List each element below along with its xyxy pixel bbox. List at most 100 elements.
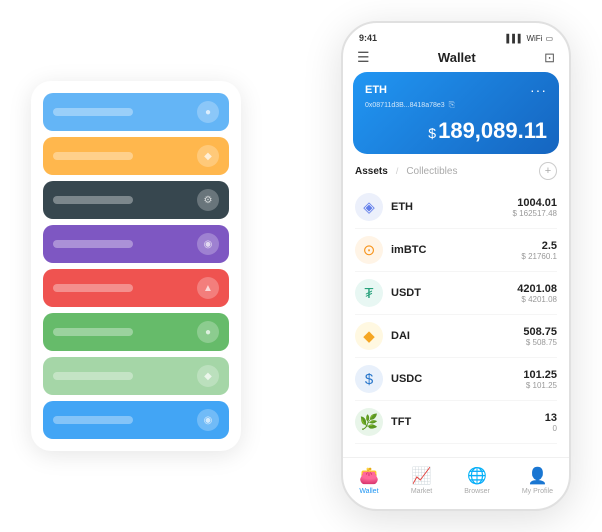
card-item[interactable]: ● (43, 313, 229, 351)
card-label (53, 416, 133, 424)
asset-usd: $ 101.25 (523, 381, 557, 390)
card-icon: ⚙ (197, 189, 219, 211)
asset-icon-usdt: ₮ (355, 279, 383, 307)
asset-amount: 13 (545, 412, 557, 424)
asset-icon-tft: 🌿 (355, 408, 383, 436)
card-item[interactable]: ◆ (43, 137, 229, 175)
card-icon: ◉ (197, 409, 219, 431)
asset-name: USDT (391, 287, 517, 299)
card-icon: ▲ (197, 277, 219, 299)
nav-label: My Profile (522, 488, 553, 495)
nav-label: Wallet (359, 488, 378, 495)
card-label (53, 240, 133, 248)
card-label (53, 284, 133, 292)
tabs-left: Assets / Collectibles (355, 166, 457, 177)
status-time: 9:41 (359, 33, 377, 43)
asset-amount: 1004.01 (513, 197, 558, 209)
asset-amounts: 1004.01 $ 162517.48 (513, 197, 558, 218)
eth-address-text: 0x08711d3B...8418a78e3 (365, 102, 445, 109)
asset-amount: 4201.08 (517, 283, 557, 295)
card-item[interactable]: ◉ (43, 225, 229, 263)
card-label (53, 328, 133, 336)
asset-amounts: 101.25 $ 101.25 (523, 369, 557, 390)
asset-amounts: 4201.08 $ 4201.08 (517, 283, 557, 304)
card-stack: ● ◆ ⚙ ◉ ▲ ● ◆ ◉ (31, 81, 241, 451)
nav-item-my-profile[interactable]: 👤 My Profile (522, 466, 553, 495)
card-item[interactable]: ◆ (43, 357, 229, 395)
scan-icon[interactable]: ⊡ (544, 50, 555, 66)
asset-icon-eth: ◈ (355, 193, 383, 221)
card-label (53, 196, 133, 204)
asset-row[interactable]: ₮ USDT 4201.08 $ 4201.08 (355, 272, 557, 315)
status-bar: 9:41 ▌▌▌ WiFi ▭ (343, 23, 569, 47)
wifi-icon: WiFi (526, 34, 542, 43)
eth-address: 0x08711d3B...8418a78e3 ⎘ (365, 100, 547, 110)
nav-item-browser[interactable]: 🌐 Browser (464, 466, 490, 495)
asset-amounts: 13 0 (545, 412, 557, 433)
nav-item-market[interactable]: 📈 Market (411, 466, 432, 495)
menu-icon[interactable]: ☰ (357, 49, 370, 66)
card-label (53, 152, 133, 160)
eth-card-top: ETH ··· (365, 82, 547, 98)
asset-row[interactable]: ◈ ETH 1004.01 $ 162517.48 (355, 186, 557, 229)
asset-name: TFT (391, 416, 545, 428)
card-item[interactable]: ⚙ (43, 181, 229, 219)
nav-icon: 👤 (527, 466, 547, 486)
copy-icon[interactable]: ⎘ (449, 100, 455, 110)
asset-usd: $ 21760.1 (521, 252, 557, 261)
status-icons: ▌▌▌ WiFi ▭ (506, 34, 553, 43)
asset-usd: $ 4201.08 (517, 295, 557, 304)
asset-name: DAI (391, 330, 523, 342)
asset-usd: $ 508.75 (523, 338, 557, 347)
asset-amount: 2.5 (521, 240, 557, 252)
card-icon: ◉ (197, 233, 219, 255)
card-icon: ● (197, 321, 219, 343)
asset-name: ETH (391, 201, 513, 213)
card-icon: ● (197, 101, 219, 123)
battery-icon: ▭ (545, 34, 553, 43)
add-asset-button[interactable]: + (539, 162, 557, 180)
card-label (53, 372, 133, 380)
scene: ● ◆ ⚙ ◉ ▲ ● ◆ ◉ 9:41 ▌▌▌ WiFi ▭ (11, 11, 591, 521)
asset-icon-imbtc: ⊙ (355, 236, 383, 264)
nav-label: Browser (464, 488, 490, 495)
asset-row[interactable]: $ USDC 101.25 $ 101.25 (355, 358, 557, 401)
card-icon: ◆ (197, 365, 219, 387)
asset-name: imBTC (391, 244, 521, 256)
asset-amounts: 2.5 $ 21760.1 (521, 240, 557, 261)
card-item[interactable]: ● (43, 93, 229, 131)
phone-mockup: 9:41 ▌▌▌ WiFi ▭ ☰ Wallet ⊡ ETH ··· 0x087… (341, 21, 571, 511)
tab-assets[interactable]: Assets (355, 166, 388, 177)
card-item[interactable]: ▲ (43, 269, 229, 307)
asset-icon-dai: ◆ (355, 322, 383, 350)
asset-icon-usdc: $ (355, 365, 383, 393)
tab-collectibles[interactable]: Collectibles (406, 166, 457, 177)
assets-tabs: Assets / Collectibles + (343, 162, 569, 186)
eth-balance: $189,089.11 (365, 118, 547, 144)
asset-row[interactable]: 🌿 TFT 13 0 (355, 401, 557, 444)
dollar-sign: $ (428, 125, 436, 141)
card-icon: ◆ (197, 145, 219, 167)
balance-amount: 189,089.11 (438, 118, 547, 143)
card-label (53, 108, 133, 116)
bottom-nav: 👛 Wallet 📈 Market 🌐 Browser 👤 My Profile (343, 457, 569, 509)
asset-list: ◈ ETH 1004.01 $ 162517.48 ⊙ imBTC 2.5 $ … (343, 186, 569, 457)
asset-name: USDC (391, 373, 523, 385)
signal-icon: ▌▌▌ (506, 34, 523, 43)
asset-amount: 508.75 (523, 326, 557, 338)
nav-label: Market (411, 488, 432, 495)
asset-row[interactable]: ◆ DAI 508.75 $ 508.75 (355, 315, 557, 358)
nav-icon: 👛 (359, 466, 379, 486)
tab-divider: / (396, 166, 399, 176)
asset-usd: $ 162517.48 (513, 209, 558, 218)
card-item[interactable]: ◉ (43, 401, 229, 439)
nav-item-wallet[interactable]: 👛 Wallet (359, 466, 379, 495)
asset-amounts: 508.75 $ 508.75 (523, 326, 557, 347)
asset-usd: 0 (545, 424, 557, 433)
nav-icon: 📈 (412, 466, 432, 486)
eth-card[interactable]: ETH ··· 0x08711d3B...8418a78e3 ⎘ $189,08… (353, 72, 559, 154)
phone-header: ☰ Wallet ⊡ (343, 47, 569, 72)
eth-card-menu[interactable]: ··· (530, 82, 547, 98)
eth-card-label: ETH (365, 84, 387, 96)
asset-row[interactable]: ⊙ imBTC 2.5 $ 21760.1 (355, 229, 557, 272)
